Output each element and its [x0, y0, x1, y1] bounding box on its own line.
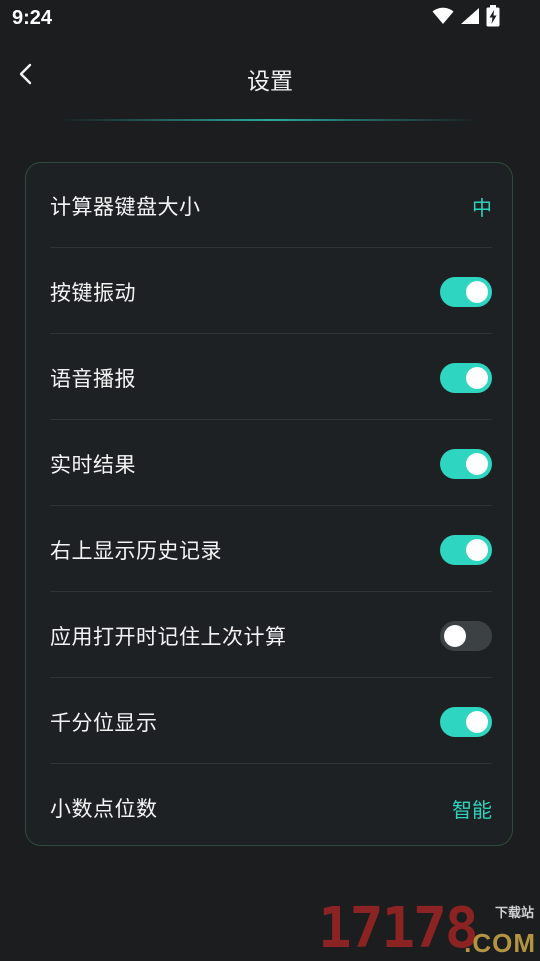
toggle-knob: [466, 539, 488, 561]
wifi-icon: [432, 7, 454, 29]
setting-history-top-right[interactable]: 右上显示历史记录: [50, 507, 492, 593]
setting-key-vibration[interactable]: 按键振动: [50, 249, 492, 335]
divider: [50, 591, 492, 592]
setting-label: 语音播报: [50, 367, 136, 391]
toggle-switch[interactable]: [440, 535, 492, 565]
page-title: 设置: [247, 69, 293, 95]
settings-card: 计算器键盘大小 中 按键振动 语音播报 实时结果 右上显示历史记录 应用打开时记…: [25, 162, 513, 846]
divider: [50, 763, 492, 764]
app-bar: 设置: [0, 36, 540, 120]
setting-label: 右上显示历史记录: [50, 539, 222, 563]
watermark-logo: 17178 下载站 .COM: [318, 898, 540, 960]
setting-thousands-separator[interactable]: 千分位显示: [50, 679, 492, 765]
toggle-switch[interactable]: [440, 621, 492, 651]
title-divider: [60, 119, 480, 121]
setting-decimal-places[interactable]: 小数点位数 智能: [50, 765, 492, 851]
toggle-switch[interactable]: [440, 363, 492, 393]
toggle-switch[interactable]: [440, 449, 492, 479]
setting-label: 计算器键盘大小: [50, 195, 201, 219]
setting-label: 按键振动: [50, 281, 136, 305]
cell-signal-icon: [460, 7, 480, 29]
toggle-knob: [444, 625, 466, 647]
setting-label: 千分位显示: [50, 711, 158, 735]
divider: [50, 677, 492, 678]
watermark-site: 下载站: [494, 906, 534, 921]
setting-label: 实时结果: [50, 453, 136, 477]
toggle-switch[interactable]: [440, 277, 492, 307]
toggle-knob: [466, 453, 488, 475]
setting-label: 应用打开时记住上次计算: [50, 625, 287, 649]
status-time: 9:24: [12, 7, 53, 29]
battery-charging-icon: [486, 5, 500, 31]
toggle-knob: [466, 367, 488, 389]
setting-value: 中: [472, 195, 492, 220]
setting-value: 智能: [452, 797, 492, 822]
setting-realtime-result[interactable]: 实时结果: [50, 421, 492, 507]
watermark-domain: .COM: [464, 928, 536, 958]
setting-label: 小数点位数: [50, 797, 158, 821]
divider: [50, 505, 492, 506]
setting-keyboard-size[interactable]: 计算器键盘大小 中: [50, 163, 492, 249]
toggle-knob: [466, 281, 488, 303]
setting-voice-broadcast[interactable]: 语音播报: [50, 335, 492, 421]
setting-remember-last-calc[interactable]: 应用打开时记住上次计算: [50, 593, 492, 679]
divider: [50, 333, 492, 334]
status-bar: 9:24: [0, 0, 540, 36]
divider: [50, 419, 492, 420]
toggle-switch[interactable]: [440, 707, 492, 737]
divider: [50, 247, 492, 248]
status-icons: [432, 5, 500, 31]
toggle-knob: [466, 711, 488, 733]
watermark-number: 17178: [318, 896, 479, 961]
